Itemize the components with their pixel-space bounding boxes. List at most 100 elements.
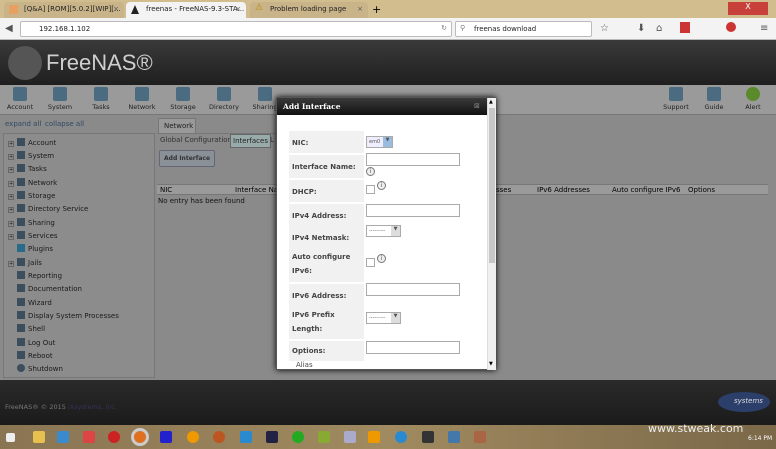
close-dialog-icon[interactable]: ⊠ — [474, 102, 480, 110]
expand-icon[interactable]: + — [8, 141, 14, 147]
subtab-global-configuration[interactable]: Global Configuration — [160, 136, 232, 144]
clock[interactable]: 6:14 PM — [748, 435, 772, 442]
column-options[interactable]: Options — [688, 186, 715, 194]
column-ipv6-addresses[interactable]: IPv6 Addresses — [537, 186, 590, 194]
options-input[interactable] — [366, 341, 460, 354]
sidebar-item-system[interactable]: + System — [8, 151, 54, 160]
sidebar-item-account[interactable]: + Account — [8, 138, 56, 147]
browser-tab-active[interactable]: freenas - FreeNAS-9.3-STA... × — [126, 2, 246, 18]
close-tab-icon[interactable]: × — [235, 5, 241, 13]
new-tab-button[interactable]: + — [372, 3, 381, 16]
extension-icon[interactable] — [680, 22, 690, 33]
app-icon[interactable] — [160, 431, 172, 443]
browser-tab[interactable]: ⚠ Problem loading page × — [250, 2, 368, 18]
bookmark-star-icon[interactable]: ☆ — [600, 23, 609, 34]
ipv6-address-input[interactable] — [366, 283, 460, 296]
toolbar-network[interactable]: Network — [122, 87, 162, 111]
expand-icon[interactable]: + — [8, 154, 14, 160]
firefox-icon[interactable] — [131, 428, 149, 446]
sidebar-item-jails[interactable]: + Jails — [8, 258, 42, 267]
terminal-icon[interactable] — [422, 431, 434, 443]
sidebar-item-storage[interactable]: + Storage — [8, 191, 55, 200]
chrome-icon[interactable] — [83, 431, 95, 443]
ie-icon[interactable] — [57, 431, 69, 443]
explorer-icon[interactable] — [33, 431, 45, 443]
app-icon[interactable] — [213, 431, 225, 443]
expand-all-link[interactable]: expand all — [5, 120, 41, 128]
python-icon[interactable] — [448, 431, 460, 443]
download-icon[interactable]: ⬇ — [637, 23, 645, 34]
toolbar-account[interactable]: Account — [0, 87, 40, 111]
app-icon[interactable] — [187, 431, 199, 443]
toolbar-system[interactable]: System — [40, 87, 80, 111]
column-ipv4-addresses[interactable]: sses — [496, 186, 511, 194]
sidebar-item-display-system-processes[interactable]: Display System Processes — [17, 311, 119, 320]
app-icon[interactable] — [474, 431, 486, 443]
search-input[interactable]: ⚲ freenas download — [455, 21, 592, 37]
dialog-scrollbar[interactable]: ▲ ▼ — [487, 98, 496, 370]
app-icon[interactable] — [318, 431, 330, 443]
back-icon[interactable]: ◀ — [5, 23, 13, 34]
sidebar-item-sharing[interactable]: + Sharing — [8, 218, 55, 227]
url-bar[interactable]: 192.168.1.102 ↻ — [20, 21, 452, 37]
ipv4-netmask-select[interactable]: --------- ▼ — [366, 225, 401, 237]
info-icon[interactable]: i — [377, 254, 386, 263]
app-icon[interactable] — [292, 431, 304, 443]
toolbar-alert[interactable]: Alert — [733, 87, 773, 111]
expand-icon[interactable]: + — [8, 207, 14, 213]
ixsystems-link[interactable]: iXsystems, Inc. — [68, 403, 117, 411]
info-icon[interactable]: i — [377, 181, 386, 190]
ipv4-address-input[interactable] — [366, 204, 460, 217]
sidebar-item-wizard[interactable]: Wizard — [17, 298, 52, 307]
menu-icon[interactable]: ≡ — [760, 23, 768, 34]
opera-icon[interactable] — [108, 431, 120, 443]
expand-icon[interactable]: + — [8, 194, 14, 200]
app-icon[interactable] — [266, 431, 278, 443]
sidebar-item-services[interactable]: + Services — [8, 231, 58, 240]
tab-network[interactable]: Network — [158, 118, 196, 133]
nic-select[interactable]: em0 ▼ — [366, 136, 393, 148]
adblock-icon[interactable] — [726, 22, 736, 32]
browser-tab[interactable]: [Q&A] [ROM][5.0.2][WIP][... × — [4, 2, 124, 18]
start-icon[interactable] — [6, 433, 15, 442]
reload-icon[interactable]: ↻ — [441, 24, 447, 32]
subtab-interfaces[interactable]: Interfaces — [230, 134, 271, 148]
sidebar-item-network[interactable]: + Network — [8, 178, 57, 187]
close-tab-icon[interactable]: × — [113, 5, 119, 13]
sidebar-item-shutdown[interactable]: Shutdown — [17, 364, 63, 373]
sidebar-item-log-out[interactable]: Log Out — [17, 338, 55, 347]
sidebar-item-reporting[interactable]: Reporting — [17, 271, 62, 280]
toolbar-guide[interactable]: Guide — [694, 87, 734, 111]
app-icon[interactable] — [344, 431, 356, 443]
info-icon[interactable]: i — [366, 167, 375, 176]
column-auto-configure-ipv6[interactable]: Auto configure IPv6 — [612, 186, 680, 194]
expand-icon[interactable]: + — [8, 261, 14, 267]
subtab-more[interactable]: L — [270, 136, 274, 144]
sidebar-item-directory-service[interactable]: + Directory Service — [8, 204, 88, 213]
app-icon[interactable] — [368, 431, 380, 443]
interface-name-input[interactable] — [366, 153, 460, 166]
toolbar-directory[interactable]: Directory — [204, 87, 244, 111]
sidebar-item-documentation[interactable]: Documentation — [17, 284, 82, 293]
expand-icon[interactable]: + — [8, 234, 14, 240]
sidebar-item-plugins[interactable]: Plugins — [17, 244, 53, 253]
expand-icon[interactable]: + — [8, 221, 14, 227]
app-icon[interactable] — [395, 431, 407, 443]
expand-icon[interactable]: + — [8, 181, 14, 187]
ipv6-prefix-length-select[interactable]: --------- ▼ — [366, 312, 401, 324]
sidebar-item-tasks[interactable]: + Tasks — [8, 164, 47, 173]
toolbar-storage[interactable]: Storage — [163, 87, 203, 111]
sidebar-item-shell[interactable]: Shell — [17, 324, 45, 333]
auto-configure-ipv6-checkbox[interactable] — [366, 258, 375, 267]
window-close-button[interactable]: X — [728, 2, 768, 15]
toolbar-support[interactable]: Support — [656, 87, 696, 111]
home-icon[interactable]: ⌂ — [656, 23, 662, 34]
sidebar-item-reboot[interactable]: Reboot — [17, 351, 53, 360]
collapse-all-link[interactable]: collapse all — [45, 120, 84, 128]
mail-icon[interactable] — [240, 431, 252, 443]
column-nic[interactable]: NIC — [160, 186, 172, 194]
add-interface-button[interactable]: Add Interface — [159, 150, 216, 167]
dhcp-checkbox[interactable] — [366, 185, 375, 194]
close-tab-icon[interactable]: × — [357, 5, 363, 13]
toolbar-tasks[interactable]: Tasks — [81, 87, 121, 111]
